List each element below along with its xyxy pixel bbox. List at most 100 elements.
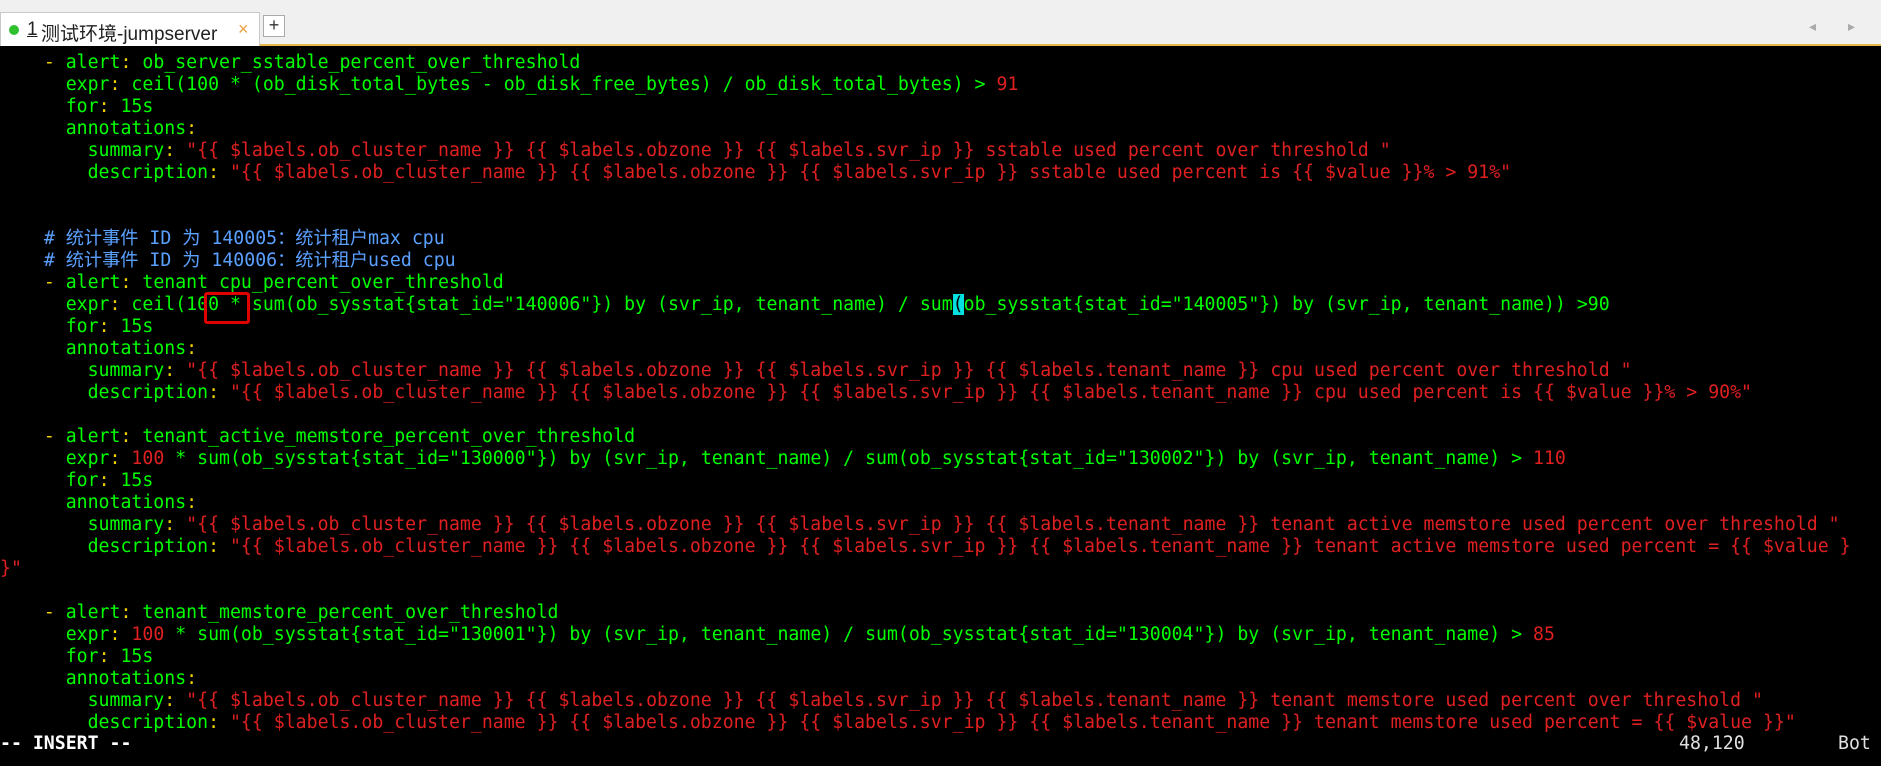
code-token: 100 <box>131 624 165 645</box>
code-line: annotations: <box>0 338 197 360</box>
code-line: annotations: <box>0 118 197 140</box>
code-token: : <box>186 338 198 359</box>
code-token: * sum(ob_sysstat{stat_id="140006"}) by (… <box>219 294 953 315</box>
code-token: expr <box>65 294 110 315</box>
code-token: : <box>164 690 187 711</box>
code-token: 100 <box>131 448 165 469</box>
code-token: - <box>43 52 66 73</box>
code-token: : <box>208 712 230 733</box>
code-token: - <box>43 602 66 623</box>
code-line: annotations: <box>0 668 197 690</box>
code-token: for <box>65 470 99 491</box>
code-token: tenant_memstore_percent_over_threshold <box>142 602 559 623</box>
connected-status-icon <box>9 25 19 35</box>
code-token: : <box>109 294 132 315</box>
code-token: : <box>186 118 198 139</box>
code-token: : <box>120 602 143 623</box>
close-tab-icon[interactable]: × <box>238 19 249 40</box>
code-token: : <box>164 360 187 381</box>
code-token: annotations <box>65 338 187 359</box>
code-token: ceil(100 * (ob_disk_total_bytes - ob_dis… <box>131 74 997 95</box>
code-token: 15s <box>120 470 154 491</box>
code-token: : <box>120 426 143 447</box>
code-token: : <box>164 514 187 535</box>
code-token: summary <box>87 140 165 161</box>
code-token: ceil( <box>131 294 187 315</box>
code-token: expr <box>65 448 110 469</box>
code-token: : <box>109 74 132 95</box>
tab-bar: 1 测试环境-jumpserver × + ◂ ▸ <box>0 0 1881 46</box>
new-tab-button[interactable]: + <box>263 15 285 37</box>
code-token: 15s <box>120 646 154 667</box>
code-token: : <box>98 470 121 491</box>
code-token: ob_sysstat{stat_id="140005"} <box>963 294 1271 315</box>
code-line: for: 15s <box>0 470 154 492</box>
code-token: annotations <box>65 118 187 139</box>
code-line: - alert: tenant_memstore_percent_over_th… <box>0 602 559 624</box>
code-line: - alert: ob_server_sstable_percent_over_… <box>0 52 581 74</box>
code-line: description: "{{ $labels.ob_cluster_name… <box>0 536 1851 558</box>
code-token: for <box>65 646 99 667</box>
tab-scroll-arrows-icon[interactable]: ◂ ▸ <box>1809 18 1869 35</box>
code-token: : <box>120 272 143 293</box>
code-line: }" <box>0 558 22 580</box>
code-line: - alert: tenant_cpu_percent_over_thresho… <box>0 272 504 294</box>
code-line: description: "{{ $labels.ob_cluster_name… <box>0 162 1512 184</box>
tab-number: 1 <box>27 19 38 40</box>
code-token: alert <box>65 602 121 623</box>
code-token: "{{ $labels.ob_cluster_name }} {{ $label… <box>229 712 1796 733</box>
code-token: summary <box>87 690 165 711</box>
code-token: "{{ $labels.ob_cluster_name }} {{ $label… <box>229 162 1512 183</box>
code-line: expr: 100 * sum(ob_sysstat{stat_id="1300… <box>0 624 1555 646</box>
code-token: for <box>65 316 99 337</box>
code-token: expr <box>65 624 110 645</box>
code-token: : <box>208 162 230 183</box>
code-line: summary: "{{ $labels.ob_cluster_name }} … <box>0 514 1840 536</box>
code-token: "{{ $labels.ob_cluster_name }} {{ $label… <box>186 514 1840 535</box>
code-line: - alert: tenant_active_memstore_percent_… <box>0 426 635 448</box>
tab-session[interactable]: 1 测试环境-jumpserver × <box>0 12 260 46</box>
code-token: 110 <box>1533 448 1566 469</box>
code-token: : <box>98 646 121 667</box>
code-token: : <box>208 536 230 557</box>
terminal-editor[interactable]: - alert: ob_server_sstable_percent_over_… <box>0 52 1881 766</box>
code-line: expr: 100 * sum(ob_sysstat{stat_id="1300… <box>0 448 1566 470</box>
code-token: description <box>87 382 209 403</box>
code-token: : <box>186 492 198 513</box>
code-token: alert <box>65 426 121 447</box>
code-token: by (svr_ip, tenant_name)) >90 <box>1281 294 1610 315</box>
code-line: annotations: <box>0 492 197 514</box>
code-line: summary: "{{ $labels.ob_cluster_name }} … <box>0 360 1632 382</box>
code-line: description: "{{ $labels.ob_cluster_name… <box>0 382 1752 404</box>
code-token: - <box>43 426 66 447</box>
code-token: alert <box>65 52 121 73</box>
code-token: ob_server_sstable_percent_over_threshold <box>142 52 581 73</box>
cursor-position: 48,120 <box>1679 733 1745 754</box>
code-token: # 统计事件 ID 为 140005：统计租户max cpu <box>43 228 445 249</box>
code-token: "{{ $labels.ob_cluster_name }} {{ $label… <box>186 690 1763 711</box>
code-token: : <box>120 52 143 73</box>
code-token: alert <box>65 272 121 293</box>
code-line: for: 15s <box>0 316 154 338</box>
code-token: "{{ $labels.ob_cluster_name }} {{ $label… <box>186 140 1391 161</box>
tab-title: 测试环境-jumpserver <box>41 24 218 45</box>
code-token: # 统计事件 ID 为 140006：统计租户used cpu <box>43 250 456 271</box>
code-token: summary <box>87 360 165 381</box>
